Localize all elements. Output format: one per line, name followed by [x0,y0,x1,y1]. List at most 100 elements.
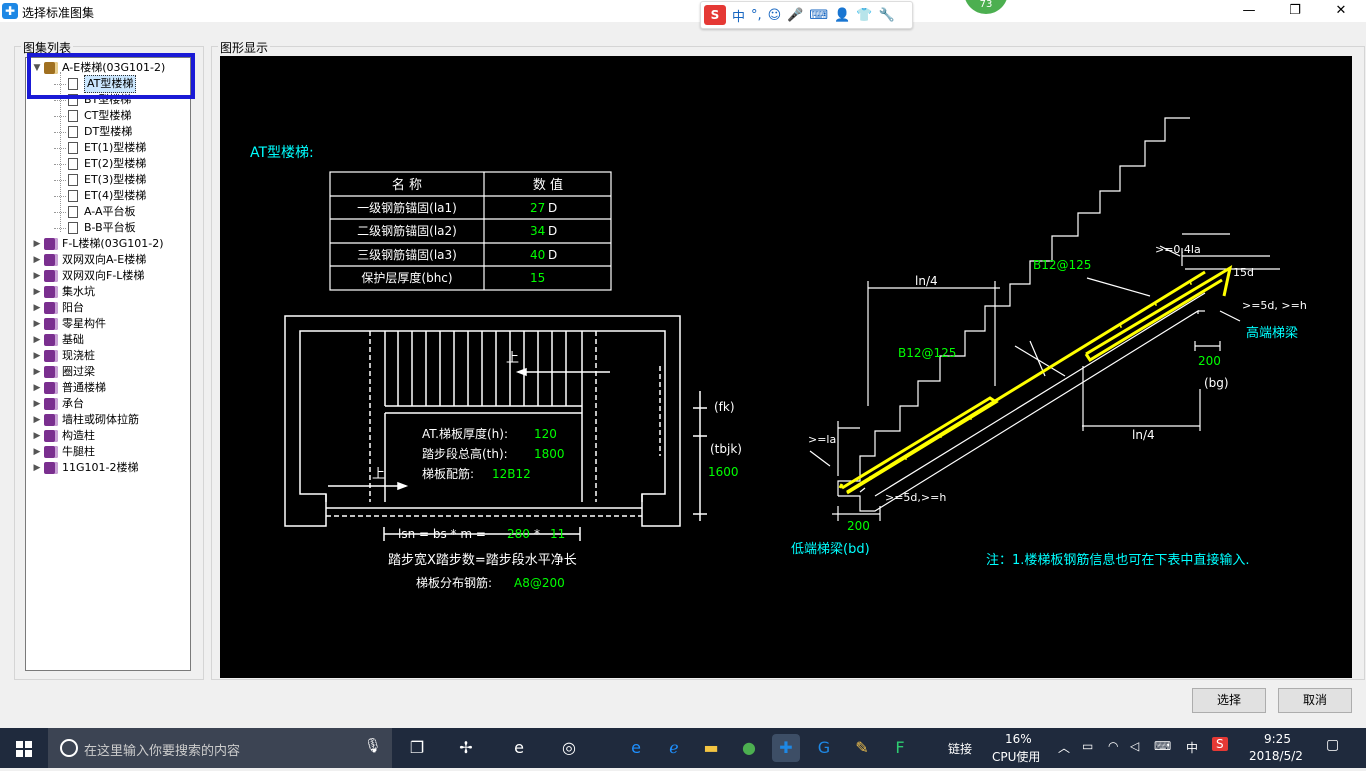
taskbar-search-box[interactable]: 在这里输入你要搜索的内容 🎙 [48,728,392,768]
chevron-right-icon[interactable]: ▶ [32,252,42,268]
tree-node-category[interactable]: ▶ 双网双向F-L楼梯 [32,268,144,284]
tree-node-category[interactable]: ▶ 牛腿柱 [32,444,95,460]
chevron-right-icon[interactable]: ▶ [32,380,42,396]
ime-chinese-mode-icon[interactable]: 中 [732,6,745,25]
fan-app-icon[interactable]: ✢ [452,734,480,762]
start-button[interactable] [0,728,48,768]
chevron-right-icon[interactable]: ▶ [32,236,42,252]
table-row-name: 三级钢筋锚固(la3) [357,247,457,262]
tree-node-category[interactable]: ▶ 双网双向A-E楼梯 [32,252,146,268]
tbjk-value[interactable]: 1600 [708,465,739,479]
tree-node-category[interactable]: ▼ A-E楼梯(03G101-2) [32,60,165,76]
tree-node-leaf[interactable]: BT型楼梯 [68,92,131,108]
chevron-right-icon[interactable]: ▶ [32,348,42,364]
atlas-tree[interactable]: ▼ A-E楼梯(03G101-2) AT型楼梯 BT型楼梯 CT型楼梯 DT型楼梯 ET(1… [25,57,191,671]
ime-tools-icon[interactable]: 🔧 [879,8,895,23]
chevron-up-icon[interactable]: ︿ [1058,739,1070,756]
ime-emoji-icon[interactable]: ☺ [768,8,782,23]
tree-node-category[interactable]: ▶ 墙柱或砌体拉筋 [32,412,139,428]
battery-icon[interactable]: ▭ [1082,739,1093,753]
tree-node-category[interactable]: ▶ 零星构件 [32,316,106,332]
chevron-right-icon[interactable]: ▶ [32,364,42,380]
tree-node-category[interactable]: ▶ 构造柱 [32,428,95,444]
chevron-right-icon[interactable]: ▶ [32,316,42,332]
chevron-right-icon[interactable]: ▶ [32,332,42,348]
spiral-app-icon[interactable]: ◎ [555,734,583,762]
sogou-logo-icon[interactable]: S [704,5,726,25]
tree-node-category[interactable]: ▶ 现浇桩 [32,348,95,364]
chevron-right-icon[interactable]: ▶ [32,428,42,444]
minimize-button[interactable]: — [1226,0,1272,22]
high-beam-width[interactable]: 200 [1198,354,1221,368]
m-value[interactable]: 11 [550,527,565,541]
ie-icon[interactable]: ℯ [660,734,688,762]
tree-node-leaf[interactable]: ET(1)型楼梯 [68,140,146,156]
chevron-right-icon[interactable]: ▶ [32,268,42,284]
edge-browser-icon[interactable]: e [622,734,650,762]
tree-node-category[interactable]: ▶ 基础 [32,332,84,348]
cancel-button[interactable]: 取消 [1278,688,1352,713]
notification-icon[interactable]: ▢ [1326,737,1339,753]
select-button[interactable]: 选择 [1192,688,1266,713]
tree-node-category[interactable]: ▶ 承台 [32,396,84,412]
g-app-icon[interactable]: G [810,734,838,762]
volume-icon[interactable]: ◁ [1130,739,1139,753]
link-label[interactable]: 链接 [948,740,972,757]
f-app-icon[interactable]: F [886,734,914,762]
clock-date[interactable]: 2018/5/2 [1249,749,1303,763]
tree-node-leaf[interactable]: ET(4)型楼梯 [68,188,146,204]
table-row-value[interactable]: 40 [530,248,545,262]
tree-node-category[interactable]: ▶ 阳台 [32,300,84,316]
dist-rebar-value[interactable]: A8@200 [514,576,565,590]
tree-node-category[interactable]: ▶ 11G101-2楼梯 [32,460,138,476]
bs-value[interactable]: 280 [507,527,530,541]
tree-node-label: 11G101-2楼梯 [62,461,139,474]
maximize-button[interactable]: ❐ [1272,0,1318,22]
tree-node-leaf[interactable]: AT型楼梯 [68,75,137,93]
clock-time[interactable]: 9:25 [1264,732,1291,746]
height-value[interactable]: 1800 [534,447,565,461]
chevron-right-icon[interactable]: ▶ [32,284,42,300]
ime-lang-indicator[interactable]: 中 [1186,739,1198,756]
table-row-value[interactable]: 15 [530,271,545,285]
tree-node-category[interactable]: ▶ 圈过梁 [32,364,95,380]
chevron-right-icon[interactable]: ▶ [32,300,42,316]
ime-voice-icon[interactable]: 🎤 [787,8,803,23]
chevron-right-icon[interactable]: ▶ [32,444,42,460]
low-beam-width[interactable]: 200 [847,519,870,533]
close-button[interactable]: ✕ [1318,0,1364,22]
ime-user-icon[interactable]: 👤 [834,8,850,23]
ime-punctuation-icon[interactable]: °, [751,8,762,23]
glodon-app-icon[interactable]: ✚ [772,734,800,762]
tree-node-category[interactable]: ▶ 集水坑 [32,284,95,300]
notepad-app-icon[interactable]: ✎ [848,734,876,762]
360-browser-icon[interactable]: ● [735,734,763,762]
tree-node-leaf[interactable]: ET(3)型楼梯 [68,172,146,188]
chevron-right-icon[interactable]: ▶ [32,460,42,476]
high-anchor-label: >=5d, >=h [1242,299,1307,312]
thickness-value[interactable]: 120 [534,427,557,441]
tree-node-leaf[interactable]: B-B平台板 [68,220,136,236]
table-row-value[interactable]: 34 [530,224,545,238]
task-view-icon[interactable]: ❐ [403,734,431,762]
ime-skin-icon[interactable]: 👕 [856,8,872,23]
tree-node-category[interactable]: ▶ F-L楼梯(03G101-2) [32,236,164,252]
tree-node-leaf[interactable]: DT型楼梯 [68,124,132,140]
table-row-value[interactable]: 27 [530,201,545,215]
chevron-down-icon[interactable]: ▼ [32,60,42,76]
file-explorer-icon[interactable]: ▬ [697,734,725,762]
tree-node-leaf[interactable]: A-A平台板 [68,204,136,220]
sogou-tray-icon[interactable]: S [1212,737,1228,751]
chevron-right-icon[interactable]: ▶ [32,396,42,412]
tree-node-leaf[interactable]: CT型楼梯 [68,108,131,124]
rebar-value[interactable]: 12B12 [492,467,531,481]
tree-node-leaf[interactable]: ET(2)型楼梯 [68,156,146,172]
microphone-icon[interactable]: 🎙 [364,738,382,754]
ie-browser-icon[interactable]: e [505,734,533,762]
ime-keyboard-icon[interactable]: ⌨ [809,8,828,23]
keyboard-icon[interactable]: ⌨ [1154,739,1171,753]
chevron-right-icon[interactable]: ▶ [32,412,42,428]
tree-node-category[interactable]: ▶ 普通楼梯 [32,380,106,396]
wifi-icon[interactable]: ◠ [1108,739,1118,753]
document-icon [68,174,78,186]
